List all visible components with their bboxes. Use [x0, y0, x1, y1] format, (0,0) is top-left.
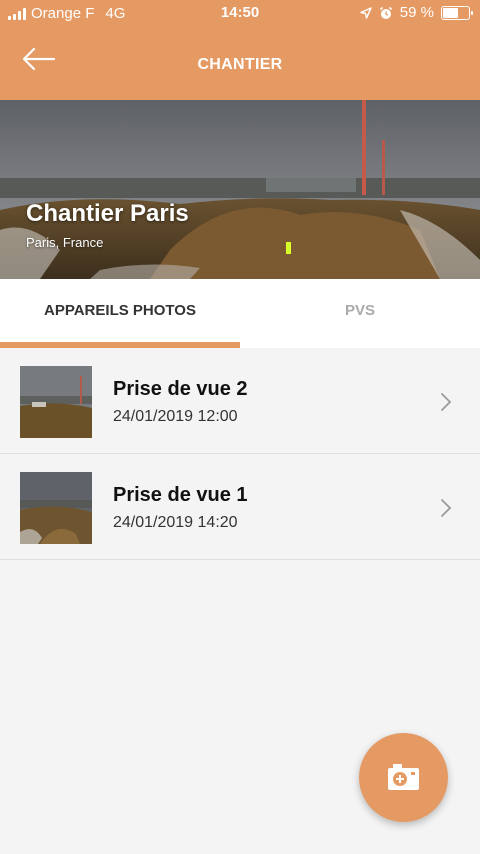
tab-bar: APPAREILS PHOTOS PVS — [0, 279, 480, 348]
tab-pvs[interactable]: PVS — [240, 279, 480, 348]
thumbnail-image — [20, 366, 92, 438]
status-indicators: 59 % — [360, 4, 473, 21]
site-name: Chantier Paris — [26, 200, 189, 227]
chevron-right-icon — [441, 393, 452, 411]
site-banner: Chantier Paris Paris, France — [0, 100, 480, 279]
camera-date: 24/01/2019 12:00 — [113, 408, 238, 425]
location-icon — [360, 6, 372, 19]
battery-percent: 59 % — [399, 4, 434, 21]
site-photo — [0, 100, 480, 279]
camera-thumbnail — [20, 472, 92, 544]
status-bar: Orange F 4G 14:50 59 % — [0, 0, 480, 28]
list-item[interactable]: Prise de vue 1 24/01/2019 14:20 — [0, 454, 480, 560]
thumbnail-image — [20, 472, 92, 544]
list-item[interactable]: Prise de vue 2 24/01/2019 12:00 — [0, 348, 480, 454]
camera-list: Prise de vue 2 24/01/2019 12:00 Prise de… — [0, 348, 480, 560]
camera-date: 24/01/2019 14:20 — [113, 514, 238, 531]
chevron-right-icon — [441, 499, 452, 517]
site-location: Paris, France — [26, 235, 104, 250]
camera-title: Prise de vue 1 — [113, 484, 248, 506]
page-title: CHANTIER — [197, 56, 283, 73]
tab-appareils-photos[interactable]: APPAREILS PHOTOS — [0, 279, 240, 348]
add-camera-button[interactable] — [359, 733, 448, 822]
battery-icon — [441, 5, 473, 20]
app-header: Orange F 4G 14:50 59 % CHANTIER — [0, 0, 480, 100]
add-photo-icon — [388, 764, 419, 790]
battery-level — [443, 7, 458, 18]
camera-title: Prise de vue 2 — [113, 378, 248, 400]
camera-thumbnail — [20, 366, 92, 438]
alarm-icon — [379, 6, 392, 19]
